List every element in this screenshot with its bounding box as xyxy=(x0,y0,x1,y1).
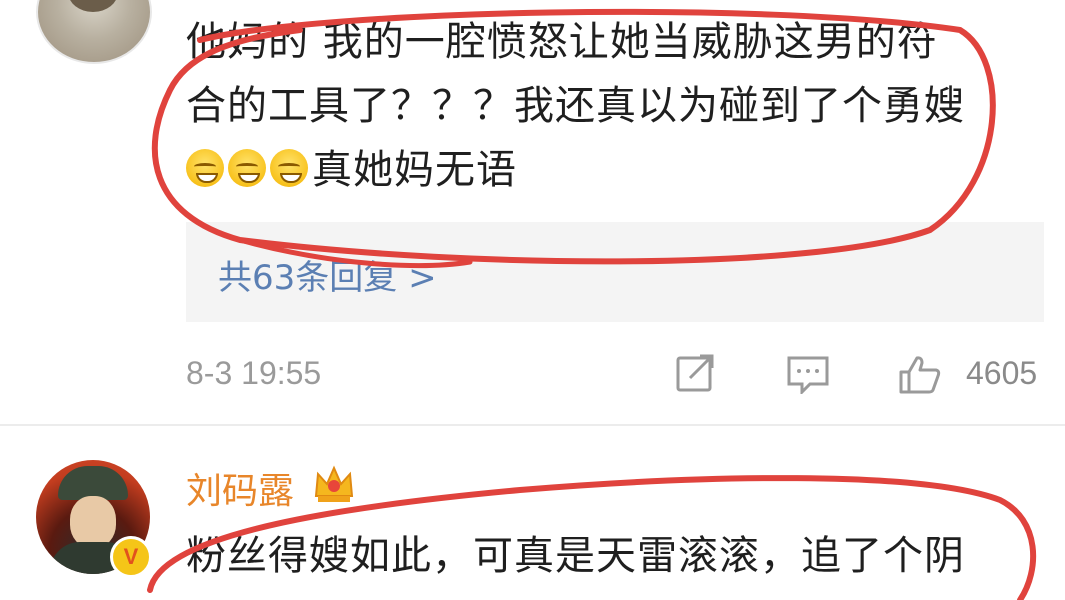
view-replies-link[interactable]: 共63条回复 > xyxy=(218,250,437,299)
comment-divider xyxy=(0,424,1065,426)
avatar-image xyxy=(58,466,128,500)
comment-text-line: 合的工具了？？？我还真以为碰到了个勇嫂 xyxy=(186,83,965,129)
crown-icon xyxy=(314,465,354,502)
commenter-avatar[interactable] xyxy=(36,0,152,64)
replies-box[interactable]: 共63条回复 > xyxy=(186,222,1044,322)
avatar-image xyxy=(68,0,118,12)
commenter-username[interactable]: 刘码露 xyxy=(186,462,294,514)
smirk-sweat-emoji-icon xyxy=(270,149,308,187)
comment-icon[interactable] xyxy=(786,354,830,394)
comment-text-line-with-emoji: 真她妈无语 xyxy=(186,138,517,202)
smirk-sweat-emoji-icon xyxy=(186,149,224,187)
like-count: 4605 xyxy=(966,355,1038,391)
comment-text-tail: 真她妈无语 xyxy=(312,147,517,193)
verified-badge-icon: V xyxy=(110,536,152,578)
smirk-sweat-emoji-icon xyxy=(228,149,266,187)
like-icon[interactable] xyxy=(898,354,942,394)
comment-text-line: 粉丝得嫂如此，可真是天雷滚滚，追了个阴 xyxy=(186,533,965,579)
share-icon[interactable] xyxy=(674,354,718,394)
comment-timestamp: 8-3 19:55 xyxy=(186,355,322,391)
comment-text-line: 他妈的 我的一腔愤怒让她当威胁这男的符 xyxy=(186,19,938,65)
